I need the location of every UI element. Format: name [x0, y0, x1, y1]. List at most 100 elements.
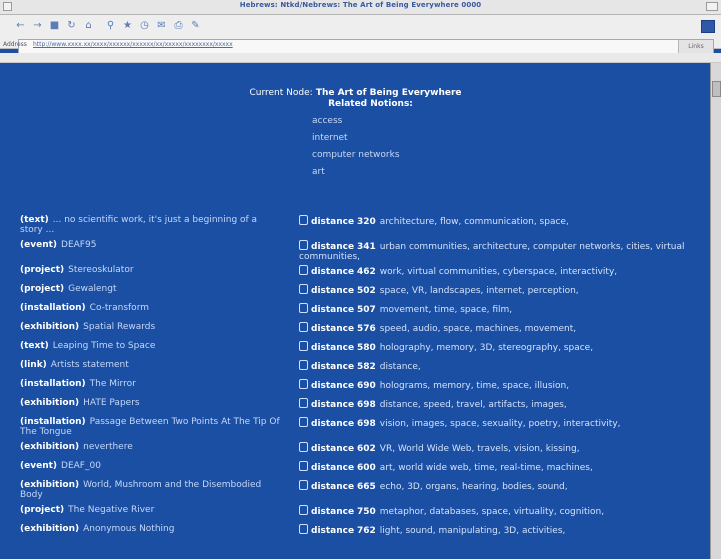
distance-label: distance — [311, 482, 355, 492]
page-content: Current Node: The Art of Being Everywher… — [0, 63, 711, 559]
distance-value: 750 — [356, 507, 376, 517]
row-title-link[interactable]: Spatial Rewards — [83, 322, 155, 332]
row-title-link[interactable]: Gewalengt — [68, 284, 116, 294]
current-node-title: The Art of Being Everywhere — [315, 88, 462, 98]
distance-label: distance — [311, 324, 355, 334]
favorites-icon[interactable]: ★ — [121, 20, 134, 32]
table-row: (exhibition) World, Mushroom and the Dise… — [20, 480, 710, 505]
related-notion-link[interactable]: internet — [312, 130, 400, 147]
distance-value: 341 — [356, 242, 376, 252]
row-type: (installation) — [20, 379, 86, 389]
distance-value: 698 — [356, 419, 376, 429]
distance-value: 582 — [356, 362, 376, 372]
distance-label: distance — [311, 286, 355, 296]
toolbar-divider — [0, 53, 721, 63]
distance-value: 502 — [356, 286, 376, 296]
distance-label: distance — [311, 381, 355, 391]
distance-label: distance — [311, 267, 355, 277]
row-type: (link) — [20, 360, 47, 370]
table-row: (project) The Negative River distance 750 m… — [20, 505, 710, 524]
distance-marker-icon — [299, 215, 308, 225]
distance-label: distance — [311, 419, 355, 429]
row-title-link[interactable]: neverthere — [83, 442, 133, 452]
table-row: (project) Gewalengt distance 502 space, VR,… — [20, 284, 710, 303]
row-item: (project) Gewalengt — [20, 284, 280, 294]
address-url[interactable]: http://www.xxxx.xx/xxxx/xxxxxx/xxxxxx/xx… — [33, 41, 233, 48]
distance-value: 576 — [356, 324, 376, 334]
row-distance-cell: distance 580 holography, memory, 3D, ster… — [299, 341, 704, 353]
row-distance-cell: distance 507 movement, time, space, film, — [299, 303, 704, 315]
row-item: (installation) The Mirror — [20, 379, 280, 389]
row-distance-cell: distance 462 work, virtual communities, c… — [299, 265, 704, 277]
row-title-link[interactable]: HATE Papers — [83, 398, 139, 408]
related-notion-link[interactable]: computer networks — [312, 147, 400, 164]
back-icon[interactable]: ← — [14, 20, 27, 32]
row-title-link[interactable]: DEAF_00 — [61, 461, 101, 471]
row-title-link[interactable]: Artists statement — [51, 360, 129, 370]
search-icon[interactable]: ⚲ — [104, 20, 117, 32]
row-item: (exhibition) Spatial Rewards — [20, 322, 280, 332]
row-type: (event) — [20, 240, 58, 250]
row-item: (exhibition) Anonymous Nothing — [20, 524, 280, 534]
row-title-link[interactable]: Leaping Time to Space — [53, 341, 156, 351]
row-distance-cell: distance 582 distance, — [299, 360, 704, 372]
distance-value: 602 — [356, 444, 376, 454]
table-row: (link) Artists statement distance 582 dista… — [20, 360, 710, 379]
links-button[interactable]: Links — [678, 40, 713, 53]
distance-marker-icon — [299, 398, 308, 408]
stop-icon[interactable]: ■ — [48, 20, 61, 32]
row-keywords: light, sound, manipulating, 3D, activiti… — [379, 526, 566, 536]
edit-icon[interactable]: ✎ — [189, 20, 202, 32]
row-title-link[interactable]: Stereoskulator — [68, 265, 133, 275]
scrollbar-thumb[interactable] — [712, 81, 721, 97]
row-type: (project) — [20, 265, 65, 275]
table-row: (text) Leaping Time to Space distance 580 h… — [20, 341, 710, 360]
current-node-heading: Current Node: The Art of Being Everywher… — [0, 88, 711, 98]
row-keywords: distance, speed, travel, artifacts, imag… — [379, 400, 567, 410]
row-title-link[interactable]: DEAF95 — [61, 240, 96, 250]
row-keywords: vision, images, space, sexuality, poetry… — [379, 419, 621, 429]
row-type: (project) — [20, 284, 65, 294]
row-item: (project) Stereoskulator — [20, 265, 280, 275]
row-title-link[interactable]: The Negative River — [68, 505, 154, 515]
distance-label: distance — [311, 526, 355, 536]
distance-label: distance — [311, 217, 355, 227]
row-type: (exhibition) — [20, 442, 80, 452]
row-keywords: speed, audio, space, machines, movement, — [379, 324, 577, 334]
row-type: (text) — [20, 341, 49, 351]
row-type: (event) — [20, 461, 58, 471]
related-notion-link[interactable]: access — [312, 113, 400, 130]
distance-value: 462 — [356, 267, 376, 277]
related-notion-link[interactable]: art — [312, 164, 400, 181]
distance-value: 320 — [356, 217, 376, 227]
table-row: (text)... no scientific work, it's just … — [20, 215, 710, 240]
row-title-link[interactable]: Anonymous Nothing — [83, 524, 174, 534]
mail-icon[interactable]: ✉ — [155, 20, 168, 32]
table-row: (event) DEAF_00 distance 600 art, world wid… — [20, 461, 710, 480]
vertical-scrollbar[interactable] — [710, 63, 721, 559]
history-icon[interactable]: ◷ — [138, 20, 151, 32]
row-item: (project) The Negative River — [20, 505, 280, 515]
window-title-bar: Hebrews: Ntkd/Nebrews: The Art of Being … — [0, 0, 721, 15]
row-distance-cell: distance 665 echo, 3D, organs, hearing, b… — [299, 480, 704, 492]
row-distance-cell: distance 320 architecture, flow, communic… — [299, 215, 704, 227]
row-item: (event) DEAF_00 — [20, 461, 280, 471]
row-title-link[interactable]: Co-transform — [90, 303, 149, 313]
home-icon[interactable]: ⌂ — [82, 20, 95, 32]
row-keywords: architecture, flow, communication, space… — [379, 217, 569, 227]
distance-label: distance — [311, 305, 355, 315]
print-icon[interactable]: ⎙ — [172, 20, 185, 32]
distance-marker-icon — [299, 480, 308, 490]
window-title: Hebrews: Ntkd/Nebrews: The Art of Being … — [239, 1, 482, 9]
forward-icon[interactable]: → — [31, 20, 44, 32]
distance-value: 580 — [356, 343, 376, 353]
row-title-link[interactable]: ... no scientific work, it's just a begi… — [20, 215, 257, 235]
row-distance-cell: distance 341 urban communities, architect… — [299, 240, 704, 262]
distance-label: distance — [311, 463, 355, 473]
address-bar[interactable]: Address http://www.xxxx.xx/xxxx/xxxxxx/x… — [3, 39, 714, 54]
table-row: (exhibition) Anonymous Nothing distance 76… — [20, 524, 710, 543]
window-close-icon[interactable] — [706, 2, 718, 11]
row-type: (installation) — [20, 303, 86, 313]
row-title-link[interactable]: The Mirror — [90, 379, 136, 389]
refresh-icon[interactable]: ↻ — [65, 20, 78, 32]
